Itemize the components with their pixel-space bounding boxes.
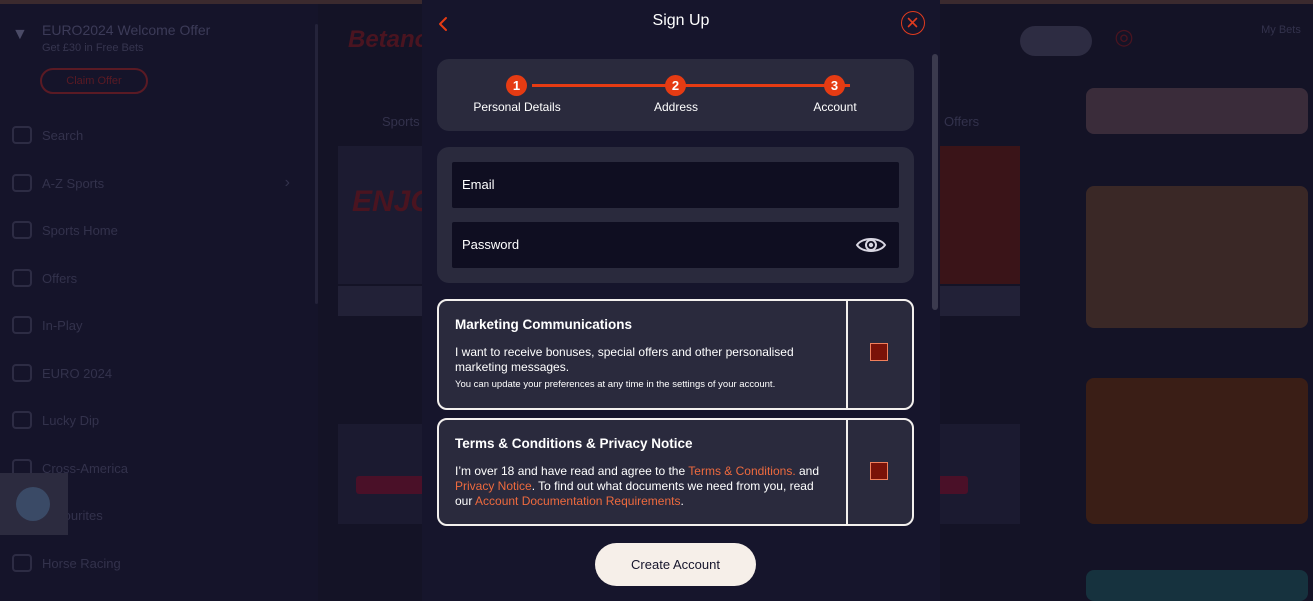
step-2-indicator: 2 [665,75,686,96]
sidebar-item[interactable]: Search [0,114,310,162]
sidebar-item[interactable]: EURO 2024 [0,352,310,400]
site-logo: Betano [348,26,430,53]
sidebar-item[interactable]: A-Z Sports › [0,162,310,210]
game-tile[interactable] [1086,570,1308,601]
trophy-icon [12,221,32,239]
game-tile[interactable] [1086,88,1308,134]
sidebar-item-label: Offers [42,270,78,286]
privacy-notice-link[interactable]: Privacy Notice [455,479,532,493]
terms-title: Terms & Conditions & Privacy Notice [455,436,693,451]
consent-divider [846,301,848,408]
consent-divider [846,420,848,524]
terms-text: I’m over 18 and have read and agree to t… [455,464,689,478]
sidebar-item-label: Search [42,128,84,143]
step-3-label: Account [813,100,857,114]
trophy-icon: ▼ [12,26,28,43]
terms-body: I’m over 18 and have read and agree to t… [455,464,831,509]
credentials-panel: Email Password [437,147,914,283]
sidebar-item[interactable]: Offers [0,257,310,305]
marketing-checkbox[interactable] [870,343,888,361]
sidebar-item-label: Sports Home [42,223,118,238]
marketing-title: Marketing Communications [455,317,633,332]
step-2-label: Address [653,100,699,114]
list-icon [12,173,32,192]
claim-offer-button[interactable]: Claim Offer [40,68,148,94]
sidebar-item[interactable]: Horse Racing [0,542,310,590]
gift-icon [12,268,32,287]
chevron-right-icon: › [284,173,290,191]
promo-title: EURO2024 Welcome Offer [42,22,211,38]
sidebar-item-label: In-Play [42,318,83,333]
show-password-button[interactable] [855,234,887,256]
casino-tab-icon[interactable]: ◎ [1104,24,1144,64]
tab-offers[interactable]: Offers [944,114,979,129]
marketing-consent-box: Marketing Communications I want to recei… [437,299,914,410]
football-icon [12,363,32,382]
sidebar-item-label: Lucky Dip [42,413,100,428]
terms-text: . [680,494,684,508]
terms-conditions-link[interactable]: Terms & Conditions. [688,464,795,478]
close-button[interactable] [901,11,925,35]
modal-scrollbar[interactable] [932,54,938,310]
sidebar-item[interactable]: Lucky Dip [0,399,310,447]
recaptcha-icon [16,487,50,521]
eye-icon [855,238,887,252]
game-tile[interactable] [1086,186,1308,328]
marketing-note: You can update your preferences at any t… [455,379,776,390]
close-icon [907,17,918,28]
modal-title: Sign Up [652,12,710,29]
sidebar-item[interactable]: In-Play [0,304,310,352]
recaptcha-badge[interactable] [0,473,68,535]
tab-my-bets[interactable]: My Bets [1256,24,1306,36]
terms-text: and [795,464,820,478]
terms-checkbox[interactable] [870,462,888,480]
signup-stepper: 1 2 3 Personal Details Address Account [437,59,914,131]
play-icon [12,316,32,334]
search-icon [12,126,32,144]
horse-icon [12,553,32,572]
right-panel: ◎ My Bets [1020,4,1313,601]
sidebar-item-label: A-Z Sports [42,175,105,191]
step-1-indicator: 1 [506,75,527,96]
password-input[interactable] [452,222,899,268]
search-pill[interactable] [1020,26,1092,56]
dice-icon [12,411,32,429]
account-docs-link[interactable]: Account Documentation Requirements [475,494,680,508]
password-field[interactable]: Password [452,222,899,268]
sidebar-item-label: EURO 2024 [42,365,113,381]
step-3-indicator: 3 [824,75,845,96]
sidebar-item-label: Horse Racing [42,555,121,571]
signup-modal: Sign Up 1 2 3 Personal Details Address A… [422,0,940,601]
sidebar-item[interactable]: Sports Home [0,209,310,257]
terms-consent-box: Terms & Conditions & Privacy Notice I’m … [437,418,914,526]
tab-sports[interactable]: Sports [382,114,420,129]
email-input[interactable] [452,162,899,208]
game-tile[interactable] [1086,378,1308,524]
banner-image [936,146,1020,284]
step-1-label: Personal Details [473,100,561,114]
create-account-button[interactable]: Create Account [595,543,756,586]
marketing-body: I want to receive bonuses, special offer… [455,345,794,374]
sidebar-divider [315,24,318,304]
email-field[interactable]: Email [452,162,899,208]
promo-subtitle: Get £30 in Free Bets [42,42,144,54]
